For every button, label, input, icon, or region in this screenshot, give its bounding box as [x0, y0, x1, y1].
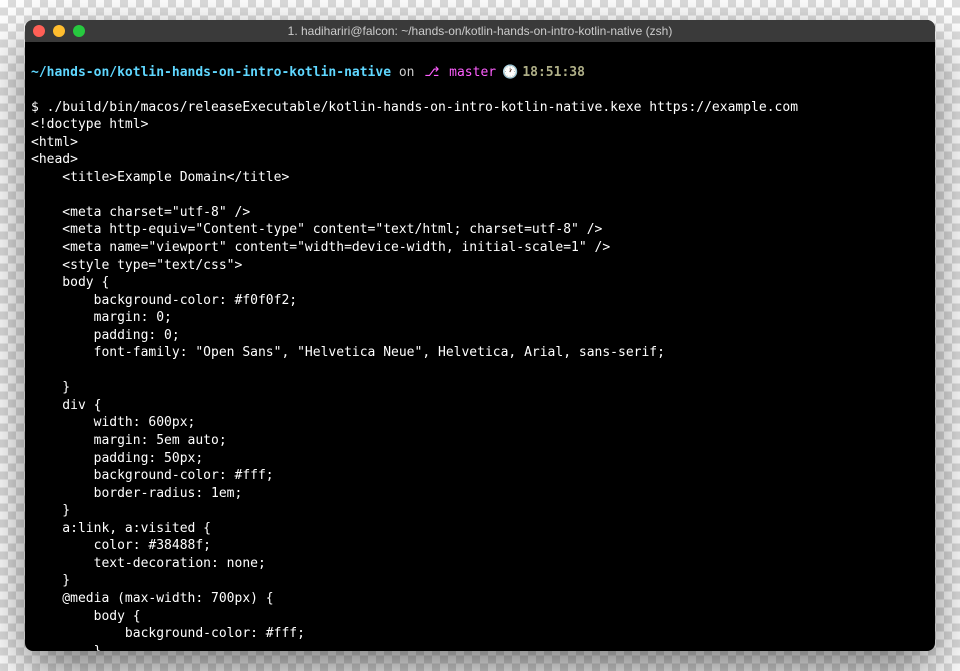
- command-line: $ ./build/bin/macos/releaseExecutable/ko…: [31, 100, 798, 115]
- prompt-on: on: [391, 64, 422, 82]
- clock-icon: 🕐: [502, 64, 518, 82]
- close-icon[interactable]: [33, 25, 45, 37]
- prompt-dollar: $: [31, 100, 47, 115]
- branch-icon: ⎇: [424, 64, 439, 82]
- minimize-icon[interactable]: [53, 25, 65, 37]
- output-block: <!doctype html> <html> <head> <title>Exa…: [31, 117, 665, 651]
- maximize-icon[interactable]: [73, 25, 85, 37]
- branch-name: master: [441, 64, 496, 82]
- terminal-window: 1. hadihariri@falcon: ~/hands-on/kotlin-…: [25, 20, 935, 651]
- command-text: ./build/bin/macos/releaseExecutable/kotl…: [47, 100, 798, 115]
- traffic-lights: [33, 25, 85, 37]
- prompt-line: ~/hands-on/kotlin-hands-on-intro-kotlin-…: [31, 64, 929, 82]
- titlebar: 1. hadihariri@falcon: ~/hands-on/kotlin-…: [25, 20, 935, 42]
- window-title: 1. hadihariri@falcon: ~/hands-on/kotlin-…: [33, 24, 927, 38]
- prompt-time: 18:51:38: [522, 64, 585, 82]
- terminal-content[interactable]: ~/hands-on/kotlin-hands-on-intro-kotlin-…: [25, 42, 935, 651]
- prompt-path: ~/hands-on/kotlin-hands-on-intro-kotlin-…: [31, 64, 391, 82]
